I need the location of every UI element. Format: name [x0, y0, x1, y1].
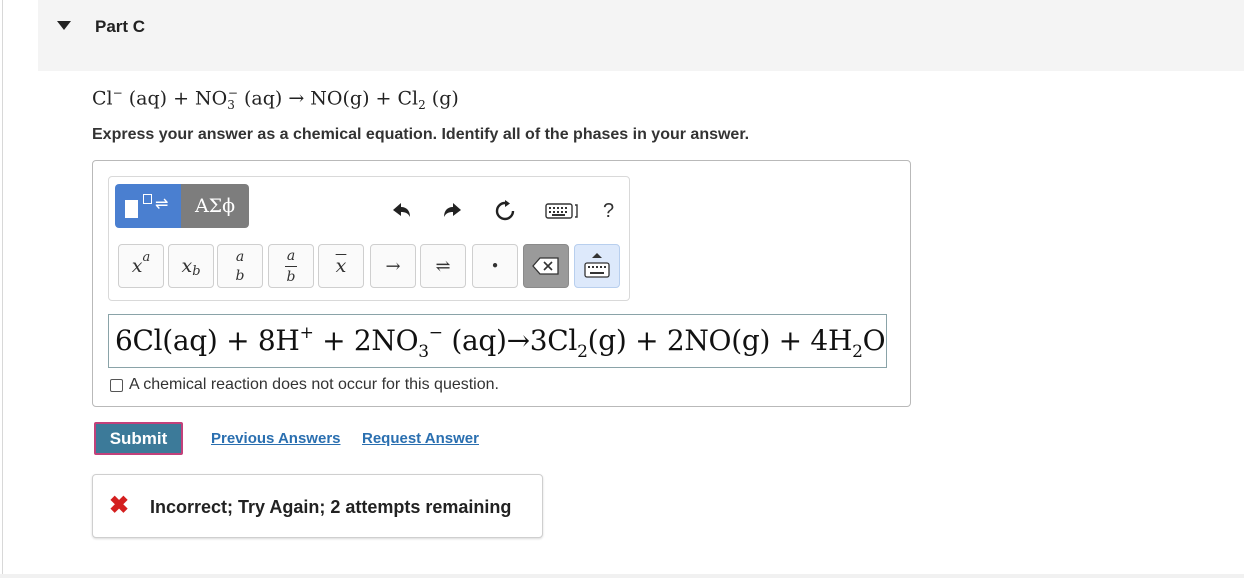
keyboard-toggle-key[interactable]: [574, 244, 620, 288]
incorrect-icon: ✖: [109, 492, 130, 519]
dot-key[interactable]: •: [472, 244, 518, 288]
keyboard-toggle-icon: [584, 253, 610, 278]
answer-input[interactable]: 6Cl(aq) + 8H+ + 2NO3− (aq)→3Cl2(g) + 2NO…: [108, 314, 887, 368]
part-header: [38, 0, 1244, 71]
feedback-message: Incorrect; Try Again; 2 attempts remaini…: [150, 497, 512, 517]
instructions: Express your answer as a chemical equati…: [92, 126, 750, 143]
previous-answers-link[interactable]: Previous Answers: [211, 430, 341, 447]
request-answer-link[interactable]: Request Answer: [362, 430, 479, 447]
redo-icon[interactable]: [440, 198, 466, 224]
equilibrium-arrow-key[interactable]: ⇌: [420, 244, 466, 288]
fraction-key[interactable]: ab: [217, 244, 263, 288]
delete-key[interactable]: [523, 244, 569, 288]
no-reaction-checkbox[interactable]: [110, 379, 123, 392]
collapse-caret-icon[interactable]: [57, 21, 71, 30]
reset-icon[interactable]: [492, 198, 518, 224]
superscript-key[interactable]: xa: [118, 244, 164, 288]
template-icon: [125, 200, 138, 218]
overbar-key[interactable]: x: [318, 244, 364, 288]
subscript-key[interactable]: xb: [168, 244, 214, 288]
undo-icon[interactable]: [388, 198, 414, 224]
greek-symbols-button[interactable]: ΑΣϕ: [181, 184, 249, 228]
part-title: Part C: [95, 17, 146, 36]
fraction-bar-key[interactable]: ab: [268, 244, 314, 288]
no-reaction-label: A chemical reaction does not occur for t…: [129, 376, 499, 393]
bottom-border: [0, 574, 1244, 578]
left-border: [2, 0, 3, 578]
templates-button[interactable]: ⇌: [115, 184, 181, 228]
reaction-arrow-key[interactable]: →: [370, 244, 416, 288]
question-equation: Cl− (aq) + NO3− (aq) → NO(g) + Cl2 (g): [92, 86, 459, 113]
help-icon[interactable]: ?: [603, 200, 614, 223]
delete-icon: [532, 257, 559, 275]
keyboard-icon[interactable]: [545, 198, 579, 224]
submit-button[interactable]: Submit: [94, 422, 183, 455]
